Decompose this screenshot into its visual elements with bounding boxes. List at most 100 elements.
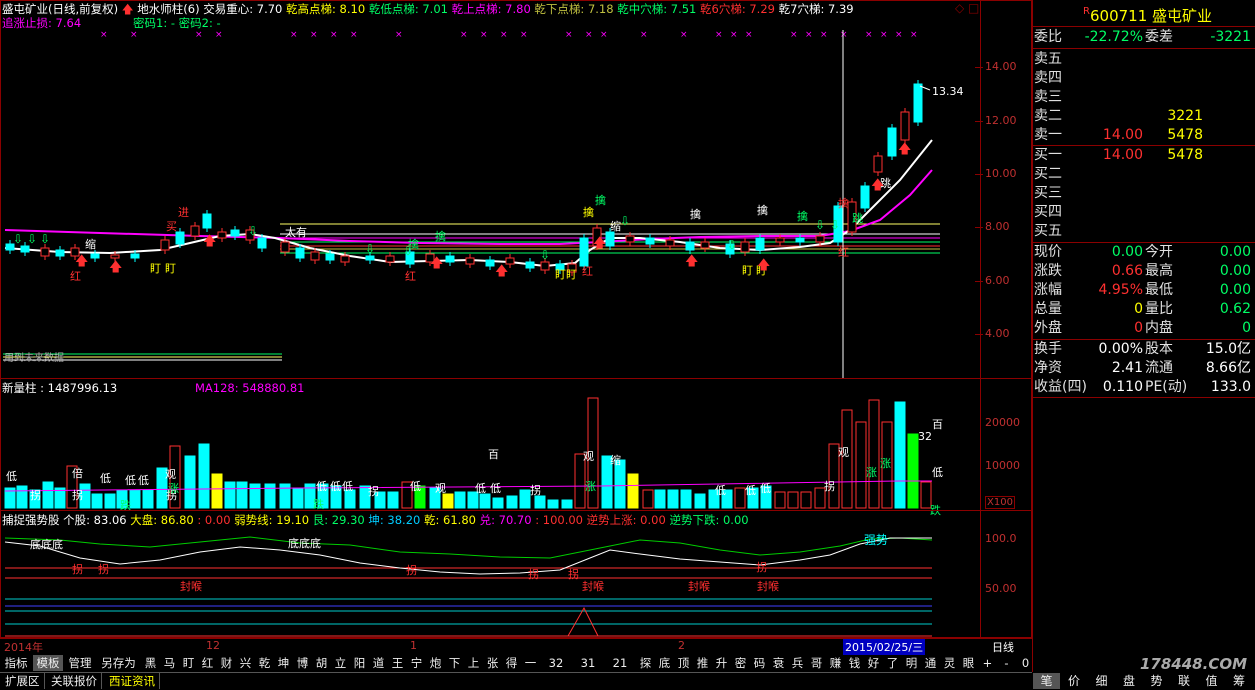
toolbar-button-39[interactable]: 钱 [846, 655, 863, 671]
toolbar-button-25[interactable]: 32 [541, 655, 571, 671]
toolbar-button-20[interactable]: 下 [446, 655, 463, 671]
candle-body [90, 253, 100, 259]
quote-tab-2[interactable]: 细 [1088, 673, 1115, 689]
volume-bar [734, 487, 746, 509]
bottom-tab-1[interactable]: 关联报价 [47, 673, 102, 689]
candle-body [485, 259, 495, 267]
toolbar-button-28[interactable]: 探 [637, 655, 654, 671]
signal-x-mark: × [460, 30, 468, 40]
volume-chart[interactable] [0, 378, 1032, 511]
toolbar-button-37[interactable]: 哥 [808, 655, 825, 671]
signal-x-mark: × [215, 30, 223, 40]
toolbar-button-8[interactable]: 财 [218, 655, 235, 671]
toolbar-button-12[interactable]: 博 [294, 655, 311, 671]
toolbar-button-2[interactable]: 管理 [65, 655, 95, 671]
bottom-tab-0[interactable]: 扩展区 [1, 673, 45, 689]
chart-signal-label: 盯 [742, 264, 753, 277]
quote-tab-6[interactable]: 值 [1198, 673, 1225, 689]
ask-row: 卖三 [1034, 89, 1062, 105]
toolbar-button-4[interactable]: 黑 [142, 655, 159, 671]
toolbar-button-40[interactable]: 好 [865, 655, 882, 671]
toolbar-button-41[interactable]: 了 [884, 655, 901, 671]
quote-tab-4[interactable]: 势 [1143, 673, 1170, 689]
quote-tab-3[interactable]: 盘 [1116, 673, 1143, 689]
toolbar-button-9[interactable]: 兴 [237, 655, 254, 671]
toolbar-button-6[interactable]: 盯 [180, 655, 197, 671]
candle-body [740, 241, 750, 253]
volume-signal-label: 拐 [824, 480, 835, 493]
period-label[interactable]: 日线 [992, 639, 1014, 655]
toolbar-button-16[interactable]: 道 [370, 655, 387, 671]
toolbar-button-10[interactable]: 乾 [256, 655, 273, 671]
chart-signal-label: 红 [405, 270, 416, 283]
toolbar-button-7[interactable]: 红 [199, 655, 216, 671]
toolbar-button-33[interactable]: 密 [732, 655, 749, 671]
candle-body [160, 239, 170, 251]
volume-bar [454, 491, 466, 509]
signal-x-mark: × [640, 30, 648, 40]
toolbar-button-44[interactable]: 灵 [941, 655, 958, 671]
volume-signal-label: 低 [316, 480, 327, 493]
quote-tab-5[interactable]: 联 [1171, 673, 1198, 689]
toolbar-button-0[interactable]: 指标 [1, 655, 31, 671]
volume-bar [236, 481, 248, 509]
toolbar-button-26[interactable]: 31 [573, 655, 603, 671]
sell-arrow-icon: ⇩ [540, 248, 551, 262]
bid-row: 买一 14.00 5478 [1034, 147, 1203, 163]
volume-bar [907, 433, 919, 509]
volume-signal-label: 倍 [72, 467, 83, 480]
indicator-signal-label: 拐 [98, 563, 109, 576]
toolbar-button-13[interactable]: 胡 [313, 655, 330, 671]
date-label-2: 2 [678, 639, 685, 652]
toolbar-button-11[interactable]: 坤 [275, 655, 292, 671]
toolbar-button-29[interactable]: 底 [656, 655, 673, 671]
bottom-tab-2[interactable]: 西证资讯 [105, 673, 160, 689]
price-axis-tick [975, 121, 983, 122]
candle-body [860, 185, 870, 209]
toolbar-button-35[interactable]: 衰 [770, 655, 787, 671]
stat-row: 涨跌 0.66 最高 0.00 [1034, 263, 1251, 279]
indicator-signal-label: 拐 [72, 563, 83, 576]
toolbar-button-32[interactable]: 升 [713, 655, 730, 671]
toolbar-button-24[interactable]: 一 [522, 655, 539, 671]
toolbar-button-27[interactable]: 21 [605, 655, 635, 671]
quote-tab-1[interactable]: 价 [1061, 673, 1088, 689]
signal-x-mark: × [290, 30, 298, 40]
toolbar-button-23[interactable]: 得 [503, 655, 520, 671]
toolbar-button-31[interactable]: 推 [694, 655, 711, 671]
toolbar-button-34[interactable]: 码 [751, 655, 768, 671]
toolbar-button-22[interactable]: 张 [484, 655, 501, 671]
toolbar-button-42[interactable]: 明 [903, 655, 920, 671]
price-axis-tick [975, 67, 983, 68]
strong-label: 强势 [864, 533, 889, 547]
price-axis-label: 4.00 [985, 327, 1010, 340]
toolbar-button-45[interactable]: 眼 [960, 655, 977, 671]
toolbar-button-5[interactable]: 马 [161, 655, 178, 671]
volume-bar [519, 489, 531, 509]
toolbar-button-30[interactable]: 顶 [675, 655, 692, 671]
chart-signal-label: 擒 [435, 230, 446, 243]
toolbar-button-46[interactable]: + [979, 655, 996, 671]
toolbar-button-1[interactable]: 模板 [33, 655, 63, 671]
future-data-notice: 用到未来数据 [4, 353, 64, 364]
volume-bar [184, 455, 196, 509]
toolbar-button-47[interactable]: - [998, 655, 1015, 671]
toolbar-button-3[interactable]: 另存为 [97, 655, 140, 671]
toolbar-button-14[interactable]: 立 [332, 655, 349, 671]
toolbar-button-17[interactable]: 王 [389, 655, 406, 671]
toolbar-button-38[interactable]: 赚 [827, 655, 844, 671]
toolbar-button-19[interactable]: 炮 [427, 655, 444, 671]
date-label-2014: 2014年 [4, 641, 43, 654]
toolbar-button-36[interactable]: 兵 [789, 655, 806, 671]
stock-code: 600711 [1090, 7, 1148, 25]
signal-x-mark: × [500, 30, 508, 40]
toolbar-button-15[interactable]: 阳 [351, 655, 368, 671]
toolbar-button-21[interactable]: 上 [465, 655, 482, 671]
volume-bar [224, 481, 236, 509]
toolbar-button-43[interactable]: 通 [922, 655, 939, 671]
quote-tab-7[interactable]: 筹 [1226, 673, 1253, 689]
candle-body [755, 237, 765, 251]
toolbar-button-18[interactable]: 宁 [408, 655, 425, 671]
indicator-chart[interactable] [0, 510, 1032, 638]
quote-tab-0[interactable]: 笔 [1033, 673, 1060, 689]
